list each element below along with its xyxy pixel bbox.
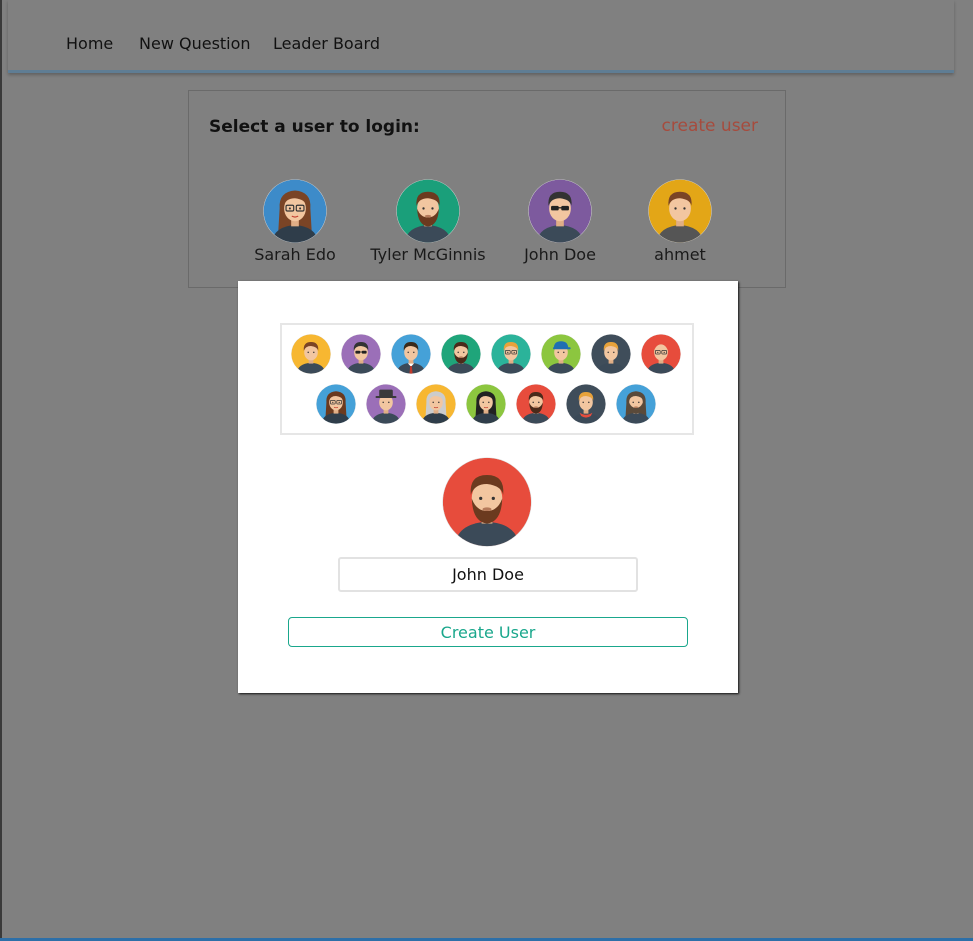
avatar-picker — [280, 323, 694, 435]
user-name: Sarah Edo — [254, 245, 336, 264]
user-name: John Doe — [524, 245, 596, 264]
create-user-link[interactable]: create user — [662, 116, 758, 136]
avatar-option-6[interactable] — [541, 334, 581, 374]
user-avatar — [396, 179, 460, 243]
window-left-edge — [0, 0, 2, 941]
user-option-john-doe[interactable]: John Doe — [500, 179, 620, 264]
username-input[interactable] — [338, 557, 638, 592]
avatar-option-5[interactable] — [491, 334, 531, 374]
avatar-option-12[interactable] — [466, 384, 506, 424]
avatar-option-7[interactable] — [591, 334, 631, 374]
user-option-sarah-edo[interactable]: Sarah Edo — [235, 179, 355, 264]
top-nav: Home New Question Leader Board — [8, 0, 954, 73]
user-option-tyler-mcginnis[interactable]: Tyler McGinnis — [368, 179, 488, 264]
avatar-option-4[interactable] — [441, 334, 481, 374]
create-user-button[interactable]: Create User — [288, 617, 688, 647]
avatar-option-15[interactable] — [616, 384, 656, 424]
avatar-option-3[interactable] — [391, 334, 431, 374]
nav-home[interactable]: Home — [66, 34, 113, 53]
avatar-option-13[interactable] — [516, 384, 556, 424]
avatar-option-10[interactable] — [366, 384, 406, 424]
avatar-option-9[interactable] — [316, 384, 356, 424]
selected-avatar — [442, 457, 532, 547]
nav-leader-board[interactable]: Leader Board — [273, 34, 380, 53]
user-option-ahmet[interactable]: ahmet — [620, 179, 740, 264]
create-user-modal: Create User — [238, 281, 738, 693]
user-avatar — [263, 179, 327, 243]
user-avatar — [648, 179, 712, 243]
avatar-option-11[interactable] — [416, 384, 456, 424]
user-name: Tyler McGinnis — [370, 245, 486, 264]
user-name: ahmet — [654, 245, 706, 264]
avatar-option-8[interactable] — [641, 334, 681, 374]
avatar-option-1[interactable] — [291, 334, 331, 374]
avatar-option-2[interactable] — [341, 334, 381, 374]
user-avatar — [528, 179, 592, 243]
avatar-option-14[interactable] — [566, 384, 606, 424]
nav-new-question[interactable]: New Question — [139, 34, 251, 53]
login-panel: Select a user to login: create user Sara… — [188, 90, 786, 288]
login-title: Select a user to login: — [209, 117, 420, 137]
